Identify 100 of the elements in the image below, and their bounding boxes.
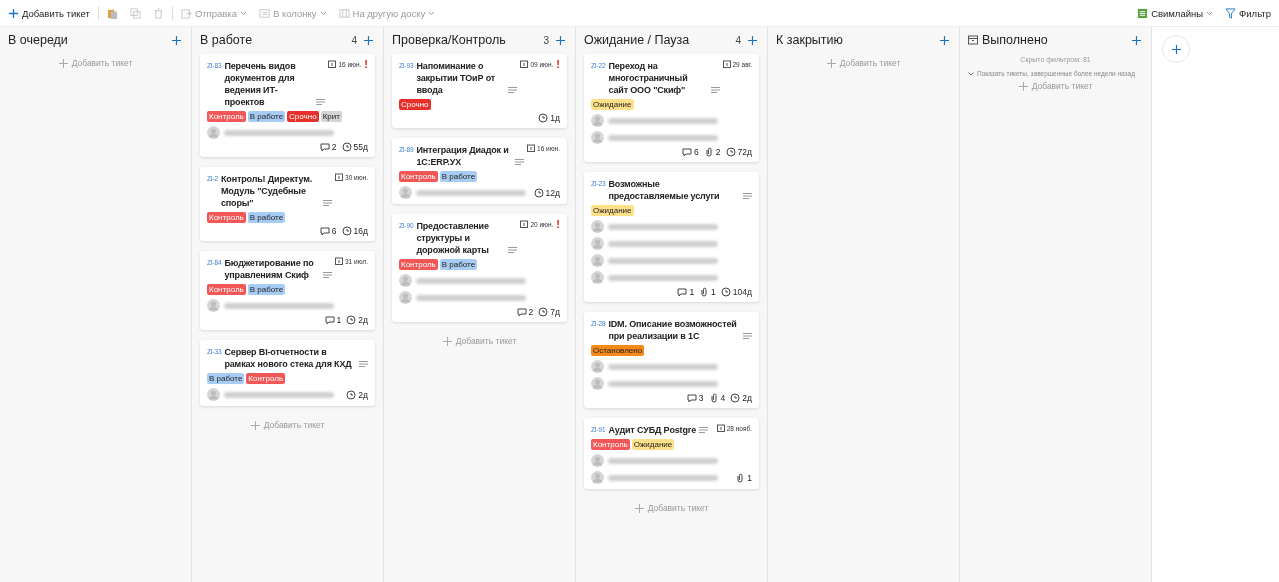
- add-button[interactable]: [937, 33, 951, 47]
- ticket-title: IDM. Описание возможностей при реализации в 1С: [608, 318, 738, 342]
- ticket-title: Аудит СУБД Postgre: [608, 424, 697, 436]
- avatar-icon: [399, 274, 412, 287]
- avatar-icon: [207, 388, 220, 401]
- avatar-icon: [399, 186, 412, 199]
- add-column-button[interactable]: [1162, 35, 1190, 63]
- clock-icon: [730, 393, 741, 403]
- caret-icon: [240, 10, 248, 16]
- clock-icon: [725, 147, 736, 157]
- column-icon: [259, 7, 271, 19]
- ticket-count: 3: [543, 34, 549, 46]
- column-title: В работе: [200, 33, 253, 47]
- calendar-icon: [335, 173, 344, 181]
- stat-value: 16д: [353, 226, 368, 236]
- plus-icon: [1130, 34, 1142, 46]
- caret-icon: [428, 10, 436, 16]
- clipboard-icon: [106, 7, 118, 19]
- plus-icon: [938, 34, 950, 46]
- add-button[interactable]: [745, 33, 759, 47]
- clock-icon: [341, 226, 352, 236]
- ticket-title: Сервер BI-отчетности в рамках нового стека для КХД: [224, 346, 353, 370]
- stat-value: 1: [711, 287, 716, 297]
- stat-value: 2: [715, 147, 721, 157]
- avatar-icon: [591, 237, 604, 250]
- calendar-icon: [335, 257, 343, 265]
- add-ticket-button[interactable]: Добавить тикет: [4, 3, 94, 23]
- avatar-icon: [399, 291, 412, 304]
- plus-icon: [362, 34, 374, 46]
- ticket-count: 4: [351, 34, 357, 46]
- add-button[interactable]: [553, 33, 567, 47]
- add-button[interactable]: [1129, 33, 1143, 47]
- plus-icon: [746, 34, 758, 46]
- caret-icon: [1206, 10, 1214, 16]
- ticket-title: Перечень видов документов для ведения ИТ-проектов: [224, 60, 297, 108]
- clock-icon: [346, 315, 357, 325]
- comment-icon: [324, 315, 335, 325]
- stat-value: 2д: [358, 315, 368, 325]
- urgent-mark: !: [556, 60, 560, 69]
- add-button[interactable]: [361, 33, 375, 47]
- description-icon: [359, 361, 368, 367]
- urgent-mark: !: [364, 60, 368, 69]
- stat-value: 55д: [353, 142, 368, 152]
- stat-value: 1: [747, 472, 752, 483]
- tag: Срочно: [287, 111, 319, 122]
- stat-value: 12д: [545, 187, 560, 198]
- plus-icon: [442, 336, 452, 346]
- description-icon: [316, 99, 326, 105]
- ticket-title: Бюджетирование по управлениям Скиф: [224, 257, 315, 281]
- stat-value: 2д: [742, 393, 752, 403]
- tag: Ожидание: [591, 205, 634, 216]
- description-icon: [743, 193, 752, 199]
- avatar-icon: [591, 377, 604, 390]
- caret-icon: [319, 10, 327, 16]
- calendar-icon: [520, 60, 529, 68]
- tag: Срочно: [399, 99, 431, 110]
- stat-value: 6: [694, 147, 699, 157]
- plus-icon: [634, 503, 644, 513]
- avatar-icon: [207, 299, 220, 312]
- tag: Остановлено: [591, 345, 645, 356]
- ticket-title: Напоминание о закрытии ТОиР от ввода: [416, 60, 497, 96]
- plus-icon: [58, 58, 68, 68]
- avatar-icon: [591, 114, 604, 127]
- filter-button[interactable]: Фильтр: [1221, 3, 1275, 23]
- tag: Ожидание: [591, 99, 634, 110]
- paperclip-icon: [699, 287, 710, 297]
- ticket-title: Переход на многостраничный сайт ООО "Скиф": [608, 60, 689, 96]
- add-button[interactable]: [169, 33, 183, 47]
- avatar-icon: [591, 220, 604, 233]
- column-title: Ожидание / Пауза: [584, 33, 690, 47]
- stat-value: 1: [336, 315, 342, 325]
- dropdown-button[interactable]: Свимлайны: [1133, 3, 1218, 23]
- stat-value: 1: [689, 287, 695, 297]
- tag: Контроль: [207, 212, 246, 223]
- ticket-title: Предоставление структуры и дорожной карты: [416, 220, 490, 256]
- description-icon: [323, 272, 332, 278]
- column-title: К закрытию: [776, 33, 843, 47]
- tag: В работе: [247, 284, 286, 295]
- plus-icon: [1018, 81, 1028, 91]
- comment-icon: [516, 307, 527, 317]
- plus-icon: [8, 7, 19, 19]
- clock-icon: [533, 187, 544, 198]
- calendar-icon: [527, 144, 536, 152]
- tag: Контроль: [591, 439, 630, 450]
- column-title: Выполнено: [982, 33, 1048, 47]
- description-icon: [710, 87, 720, 93]
- comment-icon: [682, 147, 693, 157]
- tag: Крит: [320, 111, 342, 122]
- board-icon: [338, 7, 350, 19]
- description-icon: [508, 247, 518, 253]
- comment-icon: [686, 393, 697, 403]
- copy-icon: [129, 7, 141, 19]
- description-icon: [508, 87, 518, 93]
- paperclip-icon: [735, 472, 746, 483]
- description-icon: [699, 427, 709, 433]
- calendar-icon: [722, 60, 731, 68]
- urgent-mark: !: [556, 220, 560, 229]
- stat-value: 6: [331, 226, 337, 236]
- avatar-icon: [591, 471, 604, 484]
- plus-icon: [554, 34, 566, 46]
